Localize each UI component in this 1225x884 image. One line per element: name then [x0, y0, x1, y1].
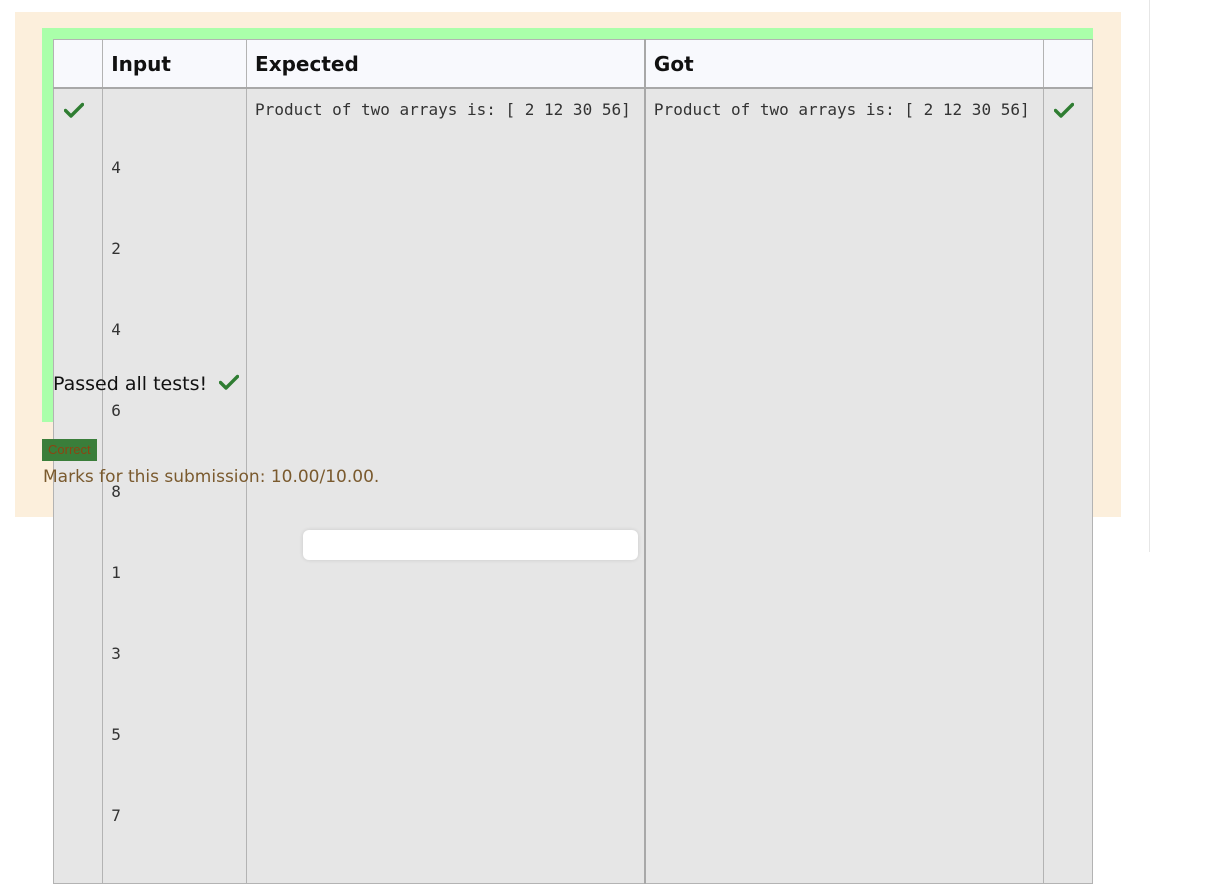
check-icon	[1053, 102, 1074, 123]
input-line: 3	[111, 644, 121, 663]
got-cell: Product of two arrays is: [ 2 12 30 56]	[643, 87, 1044, 884]
test-results-table: Input Expected Got 4 2 4 6 8 1 3 5 7 Pro…	[52, 39, 1094, 884]
input-line: 4	[111, 158, 121, 177]
table-header-row: Input Expected Got	[52, 39, 1094, 89]
header-mark	[1042, 39, 1094, 89]
bottom-card	[303, 530, 638, 560]
header-got: Got	[643, 39, 1044, 89]
input-line: 6	[111, 401, 121, 420]
check-icon	[218, 373, 240, 395]
correct-badge: Correct	[42, 439, 97, 461]
marks-text: Marks for this submission: 10.00/10.00.	[43, 467, 380, 487]
test-results-box: Input Expected Got 4 2 4 6 8 1 3 5 7 Pro…	[42, 28, 1094, 884]
input-line: 2	[111, 239, 121, 258]
page-right-divider	[1149, 0, 1150, 552]
header-input: Input	[102, 39, 248, 89]
input-line: 1	[111, 563, 121, 582]
passed-all-tests: Passed all tests!	[53, 373, 240, 395]
check-icon	[63, 102, 85, 123]
input-line: 5	[111, 725, 121, 744]
input-line: 4	[111, 320, 121, 339]
input-line: 7	[111, 806, 121, 825]
question-outcome-panel: Input Expected Got 4 2 4 6 8 1 3 5 7 Pro…	[15, 12, 1121, 884]
got-output: Product of two arrays is: [ 2 12 30 56]	[653, 100, 1030, 119]
header-expected: Expected	[246, 39, 646, 89]
expected-output: Product of two arrays is: [ 2 12 30 56]	[255, 100, 631, 119]
header-check	[52, 39, 104, 89]
passed-text: Passed all tests!	[53, 373, 208, 395]
row-mark-cell	[1042, 87, 1094, 884]
